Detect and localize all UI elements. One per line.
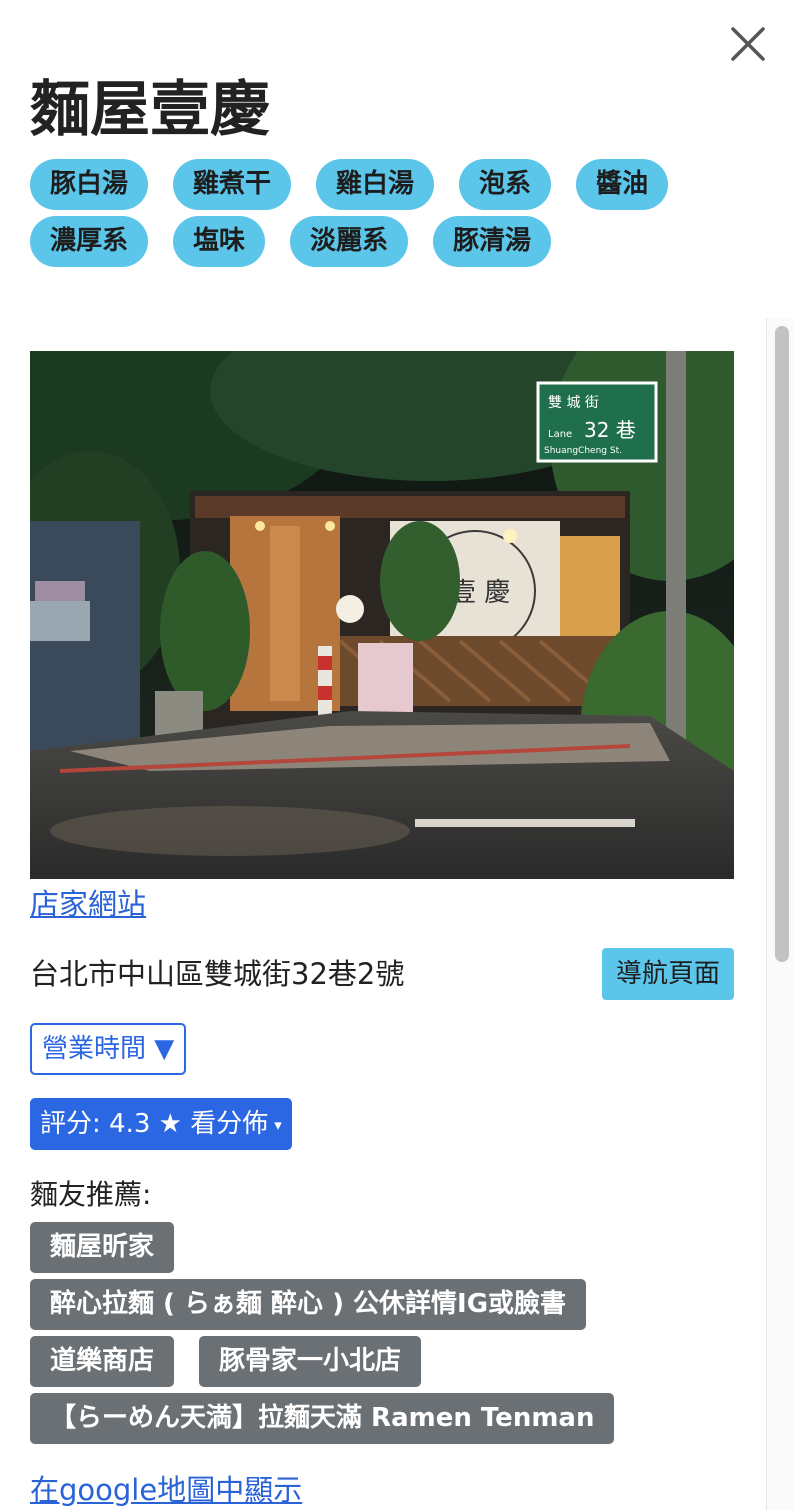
tag-chip: 濃厚系	[30, 216, 149, 267]
tag-chip: 豚清湯	[433, 216, 552, 267]
tag-list: 豚白湯 雞煮干 雞白湯 泡系 醬油 濃厚系 塩味 淡麗系 豚清湯	[30, 159, 750, 273]
opening-hours-toggle[interactable]: 營業時間 ▼	[30, 1023, 187, 1075]
close-icon[interactable]	[728, 24, 768, 64]
sign-number: 32 巷	[584, 418, 636, 442]
tag-chip: 雞煮干	[173, 159, 292, 210]
shop-address: 台北市中山區雙城街32巷2號	[30, 957, 405, 991]
recommendation-item[interactable]: 豚骨家一小北店	[199, 1336, 422, 1387]
caret-down-icon: ▾	[274, 1116, 282, 1134]
shop-website-link[interactable]: 店家網站	[30, 884, 146, 924]
recommendation-item[interactable]: 麵屋昕家	[30, 1222, 175, 1273]
sign-lane: Lane	[548, 429, 572, 440]
sign-chinese: 雙 城 街	[548, 395, 599, 411]
google-maps-link[interactable]: 在google地圖中顯示	[30, 1470, 302, 1510]
shop-title: 麵屋壹慶	[30, 75, 270, 145]
scrollbar[interactable]	[766, 318, 794, 1510]
recommendation-list: 麵屋昕家 醉心拉麵 ( らぁ麺 醉心 ) 公休詳情IG或臉書 道樂商店 豚骨家一…	[30, 1222, 760, 1450]
shop-photo: 壹 慶 雙 城 街 Lane 32 巷 ShuangCheng St.	[30, 351, 734, 879]
navigate-button[interactable]: 導航頁面	[602, 948, 734, 1000]
tag-chip: 淡麗系	[290, 216, 409, 267]
tag-chip: 雞白湯	[316, 159, 435, 210]
tag-chip: 醬油	[576, 159, 669, 210]
rating-label: 評分: 4.3 ★ 看分佈	[40, 1109, 269, 1139]
tag-chip: 塩味	[173, 216, 266, 267]
tag-chip: 泡系	[459, 159, 552, 210]
recommendation-item[interactable]: 【らーめん天満】拉麵天滿 Ramen Tenman	[30, 1393, 615, 1444]
scrollbar-thumb[interactable]	[775, 326, 789, 962]
shop-detail-panel: 麵屋壹慶 豚白湯 雞煮干 雞白湯 泡系 醬油 濃厚系 塩味 淡麗系 豚清湯 壹 …	[0, 0, 794, 1510]
rating-button[interactable]: 評分: 4.3 ★ 看分佈 ▾	[30, 1098, 292, 1150]
sign-street: ShuangCheng St.	[544, 446, 622, 456]
recommendations-label: 麵友推薦:	[30, 1178, 152, 1211]
recommendation-item[interactable]: 醉心拉麵 ( らぁ麺 醉心 ) 公休詳情IG或臉書	[30, 1279, 587, 1330]
recommendation-item[interactable]: 道樂商店	[30, 1336, 175, 1387]
tag-chip: 豚白湯	[30, 159, 149, 210]
